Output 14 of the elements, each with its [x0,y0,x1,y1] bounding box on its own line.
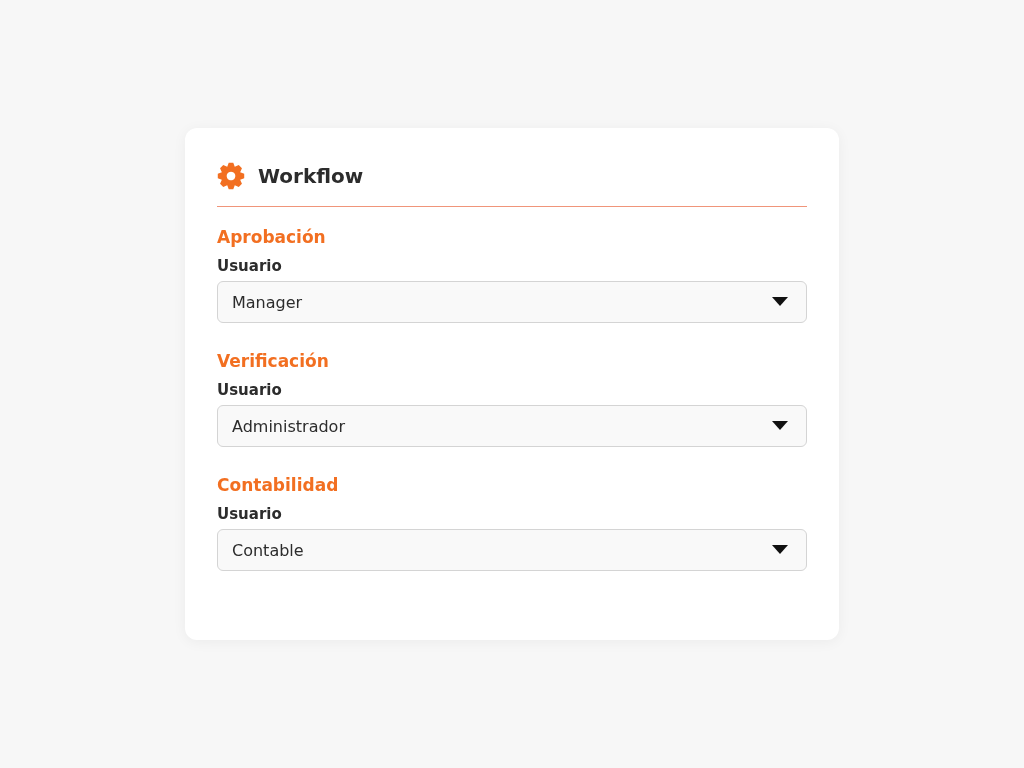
dropdown-field[interactable]: Manager [217,281,807,323]
section-title: Contabilidad [217,474,340,497]
caret-icon [772,421,788,431]
field-label: Usuario [217,257,283,275]
section-title: Verificación [217,350,330,373]
caret-icon [772,297,788,307]
gear-icon [217,162,245,190]
card-title: Workflow [258,164,364,188]
field-label: Usuario [217,381,283,399]
dropdown-field[interactable]: Contable [217,529,807,571]
field-label: Usuario [217,505,283,523]
caret-icon [772,545,788,555]
section-title: Aprobación [217,226,327,249]
dropdown-field[interactable]: Administrador [217,405,807,447]
